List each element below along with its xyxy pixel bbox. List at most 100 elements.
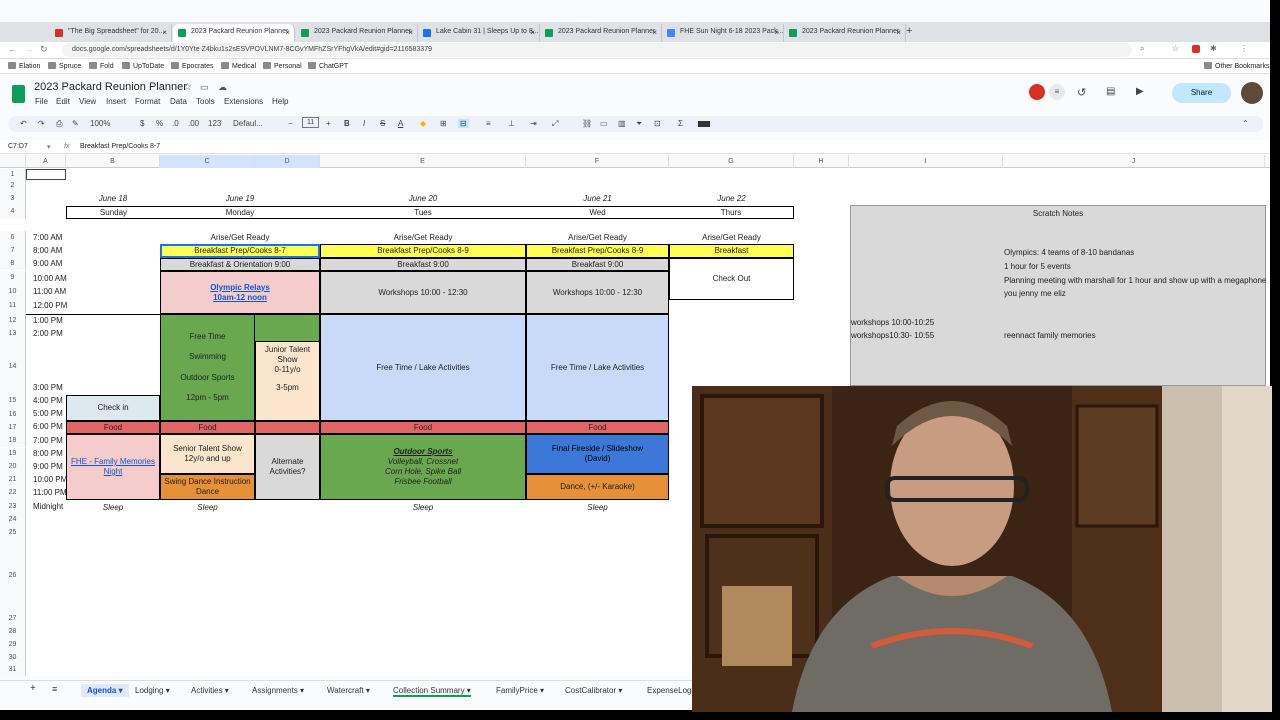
star-icon[interactable]: ☆: [183, 82, 192, 93]
row-header[interactable]: 6: [0, 231, 26, 244]
olympic-relays-link[interactable]: Olympic Relays: [210, 283, 270, 293]
row-header[interactable]: 22: [0, 486, 26, 500]
move-folder-icon[interactable]: ▭: [200, 82, 209, 93]
olympic-relays-time[interactable]: 10am-12 noon: [213, 293, 267, 303]
increase-font-icon[interactable]: +: [326, 119, 331, 128]
date-cell[interactable]: June 22: [669, 193, 794, 205]
food-cell-blank[interactable]: [255, 421, 320, 434]
menu-data[interactable]: Data: [170, 97, 187, 106]
bookmark-item[interactable]: UpToDate: [122, 62, 164, 70]
tab-close-icon[interactable]: ×: [530, 28, 535, 37]
bold-button[interactable]: B: [344, 119, 350, 128]
align-vertical-icon[interactable]: ⊥: [508, 119, 515, 128]
fhe-link[interactable]: FHE - Family Memories Night: [68, 457, 158, 477]
check-out-cell[interactable]: Check Out: [669, 258, 794, 300]
comment-add-icon[interactable]: ▭: [600, 119, 608, 128]
functions-button[interactable]: Σ: [678, 119, 683, 128]
new-tab-icon[interactable]: +: [906, 25, 912, 37]
tab-close-icon[interactable]: ×: [652, 28, 657, 37]
row-header[interactable]: 14: [0, 340, 26, 394]
sheets-logo-icon[interactable]: [12, 85, 25, 103]
share-button[interactable]: Share: [1172, 83, 1231, 103]
column-header[interactable]: F: [526, 155, 669, 168]
borders-icon[interactable]: ⊞: [440, 119, 447, 128]
note-line[interactable]: Olympics: 4 teams of 8-10 bandanas: [1004, 248, 1134, 257]
breakfast-prep-cell[interactable]: Breakfast Prep/Cooks 8-9: [320, 244, 526, 258]
menu-insert[interactable]: Insert: [106, 97, 126, 106]
collapse-menus-icon[interactable]: ⌃: [1242, 119, 1249, 128]
browser-tab[interactable]: 2023 Packard Reunion Planner ×: [173, 24, 295, 42]
free-time-lake-cell[interactable]: Free Time / Lake Activities: [526, 314, 669, 421]
sheet-tab-dropdown-icon[interactable]: ▾: [538, 686, 544, 695]
merge-cells-icon[interactable]: ⊟: [458, 119, 469, 128]
font-size-input[interactable]: 11: [302, 117, 320, 128]
senior-talent-cell[interactable]: Senior Talent Show 12y/o and up: [160, 434, 255, 474]
meet-icon[interactable]: ▶: [1136, 86, 1144, 97]
browser-tab[interactable]: Lake Cabin 31 | Sleeps Up to 8... ×: [418, 24, 540, 42]
row-header[interactable]: 30: [0, 651, 26, 664]
other-bookmarks[interactable]: Other Bookmarks: [1204, 62, 1269, 70]
row-header[interactable]: 2: [0, 180, 26, 192]
workshops-cell[interactable]: Workshops 10:00 - 12:30: [526, 271, 669, 314]
paint-format-icon[interactable]: ✎: [72, 119, 79, 128]
arise-cell[interactable]: Arise/Get Ready: [320, 232, 526, 244]
decrease-decimal-button[interactable]: .0: [172, 119, 179, 128]
row-header[interactable]: 19: [0, 448, 26, 460]
font-select[interactable]: Defaul...: [233, 119, 263, 128]
row-header[interactable]: 10: [0, 285, 26, 298]
text-wrap-icon[interactable]: ⇥: [530, 119, 537, 128]
browser-tab[interactable]: FHE Sun Night 6-18 2023 Pack... ×: [662, 24, 784, 42]
url-field[interactable]: docs.google.com/spreadsheets/d/1Y0Yte Z4…: [62, 43, 1132, 57]
text-color-button[interactable]: A: [398, 119, 403, 128]
breakfast-cell[interactable]: Breakfast: [669, 244, 794, 258]
tab-close-icon[interactable]: ×: [162, 28, 167, 37]
sheet-tab-dropdown-icon[interactable]: ▾: [223, 686, 229, 695]
sheet-tab[interactable]: Agenda ▾: [81, 684, 129, 697]
sleep-cell[interactable]: Sleep: [160, 502, 255, 514]
food-cell[interactable]: Food: [66, 421, 160, 434]
day-cell[interactable]: Wed: [526, 206, 669, 219]
row-header[interactable]: 29: [0, 638, 26, 651]
row-header[interactable]: 21: [0, 474, 26, 486]
back-icon[interactable]: ←: [8, 44, 17, 54]
browser-tab[interactable]: 2023 Packard Reunion Planner ×: [540, 24, 662, 42]
menu-tools[interactable]: Tools: [196, 97, 215, 106]
row-header[interactable]: 9: [0, 271, 26, 285]
breakfast-prep-cell[interactable]: Breakfast Prep/Cooks 8-9: [526, 244, 669, 258]
row-header[interactable]: 8: [0, 257, 26, 270]
note-line[interactable]: reennact family memories: [1004, 331, 1096, 340]
note-line[interactable]: 1 hour for 5 events: [1004, 262, 1071, 271]
free-time-spacer[interactable]: [255, 314, 320, 341]
day-cell[interactable]: Tues: [320, 206, 526, 219]
add-sheet-icon[interactable]: +: [30, 683, 36, 694]
dance-cell[interactable]: Dance, (+/- Karaoke): [526, 474, 669, 500]
sheet-tab[interactable]: Lodging ▾: [135, 686, 170, 695]
row-header[interactable]: 11: [0, 298, 26, 314]
fill-color-icon[interactable]: ◆: [420, 119, 426, 128]
strikethrough-button[interactable]: S: [380, 119, 385, 128]
name-box[interactable]: C7:D7: [8, 143, 28, 150]
breakfast-prep-cell[interactable]: Breakfast Prep/Cooks 8-7: [160, 244, 320, 258]
browser-tab[interactable]: 2023 Packard Reunion Planner ×: [296, 24, 418, 42]
free-time-cell[interactable]: Free Time Swimming Outdoor Sports 12pm - 5p…: [160, 314, 255, 421]
row-header[interactable]: 12: [0, 314, 26, 327]
bookmark-item[interactable]: Personal: [263, 62, 302, 70]
row-header[interactable]: 15: [0, 394, 26, 408]
extension-icon[interactable]: [1192, 45, 1200, 53]
scratch-notes-title[interactable]: Scratch Notes: [850, 207, 1266, 220]
bookmark-star-icon[interactable]: ☆: [1172, 44, 1179, 53]
fhe-cell[interactable]: FHE - Family Memories Night: [66, 434, 160, 500]
filter-views-icon[interactable]: ⊡: [654, 119, 661, 128]
tab-close-icon[interactable]: ×: [408, 28, 413, 37]
row-header[interactable]: 31: [0, 664, 26, 676]
currency-button[interactable]: $: [140, 119, 144, 128]
extensions-puzzle-icon[interactable]: ✱: [1210, 44, 1217, 53]
name-box-dropdown-icon[interactable]: ▾: [47, 143, 51, 151]
day-cell[interactable]: Thurs: [669, 206, 794, 219]
document-title[interactable]: 2023 Packard Reunion Planner: [34, 81, 187, 93]
row-header[interactable]: 13: [0, 327, 26, 340]
food-cell[interactable]: Food: [526, 421, 669, 434]
column-header[interactable]: G: [669, 155, 794, 168]
sheet-tab[interactable]: FamilyPrice ▾: [496, 686, 544, 695]
day-cell[interactable]: Monday: [160, 206, 320, 219]
